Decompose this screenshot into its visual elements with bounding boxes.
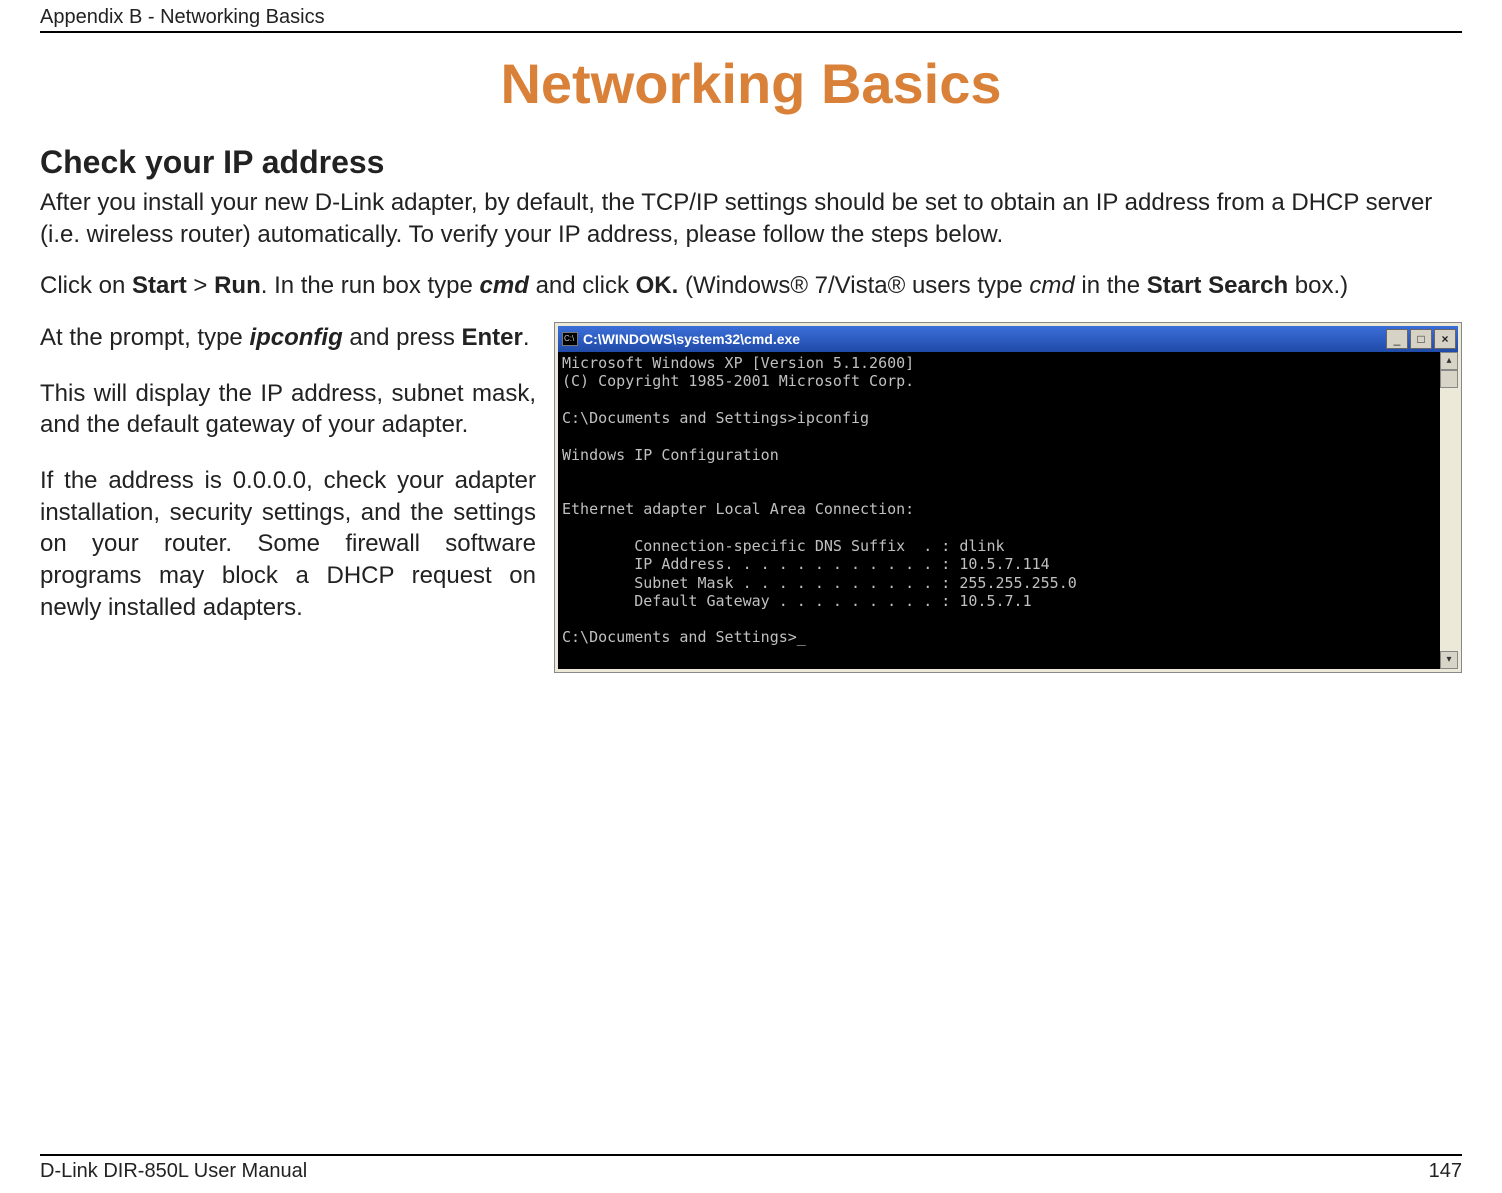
text-fragment: > (187, 272, 214, 299)
cmd-body-wrap: Microsoft Windows XP [Version 5.1.2600] … (558, 352, 1458, 669)
footer: D-Link DIR-850L User Manual 147 (40, 1154, 1462, 1183)
text-fragment: . In the run box type (261, 272, 480, 299)
cmd-scrollbar[interactable]: ▴ ▾ (1440, 352, 1458, 669)
text-enter-bold: Enter (462, 324, 523, 351)
text-fragment: At the prompt, type (40, 324, 249, 351)
maximize-button[interactable]: □ (1410, 329, 1432, 349)
text-fragment: and click (529, 272, 636, 299)
text-fragment: Click on (40, 272, 132, 299)
scroll-up-button[interactable]: ▴ (1440, 352, 1458, 370)
text-run-bold: Run (214, 272, 261, 299)
scroll-track[interactable] (1440, 388, 1458, 651)
text-fragment: box.) (1288, 272, 1348, 299)
footer-manual-name: D-Link DIR-850L User Manual (40, 1160, 307, 1183)
left-para-1: At the prompt, type ipconfig and press E… (40, 322, 536, 354)
text-ipconfig-bolditalic: ipconfig (249, 324, 342, 351)
text-start-bold: Start (132, 272, 187, 299)
cmd-titlebar[interactable]: C:\ C:\WINDOWS\system32\cmd.exe _ □ × (558, 326, 1458, 352)
text-cmd-italic: cmd (1029, 272, 1074, 299)
cmd-prompt-icon: C:\ (562, 332, 578, 346)
close-button[interactable]: × (1434, 329, 1456, 349)
text-fragment: and press (343, 324, 462, 351)
intro-paragraph-2: Click on Start > Run. In the run box typ… (40, 270, 1462, 302)
intro-paragraph-1: After you install your new D-Link adapte… (40, 187, 1462, 250)
page-title: Networking Basics (40, 51, 1462, 116)
scroll-thumb[interactable] (1440, 370, 1458, 388)
minimize-button[interactable]: _ (1386, 329, 1408, 349)
left-column: At the prompt, type ipconfig and press E… (40, 322, 536, 647)
header-appendix: Appendix B - Networking Basics (40, 0, 1462, 33)
left-para-2: This will display the IP address, subnet… (40, 378, 536, 441)
text-fragment: . (523, 324, 530, 351)
cmd-window: C:\ C:\WINDOWS\system32\cmd.exe _ □ × Mi… (554, 322, 1462, 673)
text-fragment: in the (1075, 272, 1147, 299)
cmd-window-title: C:\WINDOWS\system32\cmd.exe (583, 331, 1384, 347)
cmd-output[interactable]: Microsoft Windows XP [Version 5.1.2600] … (558, 352, 1440, 669)
two-column-layout: At the prompt, type ipconfig and press E… (40, 322, 1462, 673)
scroll-down-button[interactable]: ▾ (1440, 651, 1458, 669)
section-heading: Check your IP address (40, 144, 1462, 181)
footer-page-number: 147 (1429, 1160, 1462, 1183)
text-startsearch-bold: Start Search (1147, 272, 1288, 299)
left-para-3: If the address is 0.0.0.0, check your ad… (40, 465, 536, 623)
text-fragment: (Windows® 7/Vista® users type (678, 272, 1029, 299)
text-ok-bold: OK. (636, 272, 679, 299)
text-cmd-bolditalic: cmd (480, 272, 529, 299)
